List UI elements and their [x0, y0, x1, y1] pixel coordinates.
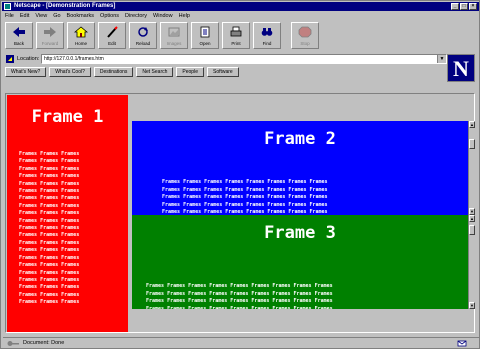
directory-buttons: What's New? What's Cool? Destinations Ne…	[5, 67, 239, 77]
print-label: Print	[231, 41, 241, 46]
open-icon	[198, 26, 212, 38]
menu-help[interactable]: Help	[179, 12, 190, 20]
frame-1-body: Frames Frames Frames Frames Frames Frame…	[19, 151, 80, 306]
edit-pencil-icon	[105, 26, 119, 38]
images-label: Images	[166, 41, 182, 46]
menu-bar: File Edit View Go Bookmarks Options Dire…	[5, 12, 190, 20]
bookmark-link-icon[interactable]	[5, 54, 15, 64]
net-search-button[interactable]: Net Search	[136, 67, 174, 77]
forward-arrow-icon	[43, 26, 57, 38]
netscape-app-icon	[4, 3, 11, 10]
status-text: Document: Done	[23, 340, 65, 346]
home-icon	[74, 26, 88, 38]
edit-button[interactable]: Edit	[98, 22, 126, 49]
scroll-down-arrow-icon[interactable]: ▼	[469, 302, 475, 309]
whats-cool-button[interactable]: What's Cool?	[49, 67, 91, 77]
stop-icon	[298, 26, 312, 38]
netscape-logo[interactable]: N	[447, 54, 475, 82]
back-arrow-icon	[12, 26, 26, 38]
mail-icon[interactable]	[457, 340, 471, 347]
menu-go[interactable]: Go	[53, 12, 60, 20]
title-bar: Netscape - [Demonstration Frames] _ □ ×	[2, 2, 479, 11]
software-button[interactable]: Software	[206, 67, 239, 77]
forward-button[interactable]: Forward	[36, 22, 64, 49]
status-bar: Document: Done	[3, 337, 479, 348]
open-label: Open	[199, 41, 211, 46]
back-label: Back	[13, 41, 24, 46]
home-label: Home	[74, 41, 87, 46]
stop-button[interactable]: Stop	[291, 22, 319, 49]
back-button[interactable]: Back	[5, 22, 33, 49]
close-button[interactable]: ×	[469, 3, 477, 10]
menu-options[interactable]: Options	[100, 12, 119, 20]
print-button[interactable]: Print	[222, 22, 250, 49]
scroll-up-arrow-icon[interactable]: ▲	[469, 121, 475, 128]
menu-edit[interactable]: Edit	[20, 12, 29, 20]
frame-2: Frame 2 Frames Frames Frames Frames Fram…	[132, 121, 468, 215]
menu-bookmarks[interactable]: Bookmarks	[67, 12, 95, 20]
location-dropdown-arrow-icon[interactable]: ▼	[437, 55, 446, 63]
window-title: Netscape - [Demonstration Frames]	[14, 3, 116, 9]
frame-2-title: Frame 2	[264, 129, 336, 149]
frame-3-title: Frame 3	[264, 223, 336, 243]
print-icon	[229, 26, 243, 38]
frame-3-body: Frames Frames Frames Frames Frames Frame…	[146, 283, 333, 309]
frame-3: Frame 3 Frames Frames Frames Frames Fram…	[132, 215, 468, 309]
find-label: Find	[262, 41, 272, 46]
find-binoculars-icon	[260, 26, 274, 38]
menu-file[interactable]: File	[5, 12, 14, 20]
frame-1-title: Frame 1	[31, 107, 104, 127]
scroll-down-arrow-icon[interactable]: ▼	[469, 208, 475, 215]
menu-directory[interactable]: Directory	[125, 12, 147, 20]
scroll-thumb[interactable]	[469, 139, 475, 149]
menu-view[interactable]: View	[35, 12, 47, 20]
browser-window: Netscape - [Demonstration Frames] _ □ × …	[0, 0, 480, 349]
menu-window[interactable]: Window	[153, 12, 173, 20]
home-button[interactable]: Home	[67, 22, 95, 49]
scroll-up-arrow-icon[interactable]: ▲	[469, 215, 475, 222]
frame-3-scrollbar[interactable]: ▲ ▼	[468, 215, 475, 309]
images-icon	[167, 26, 181, 38]
location-label: Location:	[17, 56, 40, 62]
whats-new-button[interactable]: What's New?	[5, 67, 47, 77]
scroll-thumb[interactable]	[469, 225, 475, 235]
reload-button[interactable]: Reload	[129, 22, 157, 49]
stop-label: Stop	[300, 41, 310, 46]
location-url: http://127.0.0.1/frames.htm	[44, 56, 104, 62]
reload-label: Reload	[135, 41, 151, 46]
frame-2-scrollbar[interactable]: ▲ ▼	[468, 121, 475, 215]
destinations-button[interactable]: Destinations	[93, 67, 134, 77]
images-button[interactable]: Images	[160, 22, 188, 49]
navigation-toolbar: Back Forward Home Edit Reload Images Ope…	[5, 22, 319, 50]
minimize-button[interactable]: _	[451, 3, 459, 10]
location-bar: Location: http://127.0.0.1/frames.htm ▼	[5, 54, 447, 64]
people-button[interactable]: People	[176, 67, 204, 77]
security-key-icon	[7, 340, 19, 347]
open-button[interactable]: Open	[191, 22, 219, 49]
forward-label: Forward	[41, 41, 59, 46]
location-input[interactable]: http://127.0.0.1/frames.htm ▼	[41, 54, 447, 64]
frame-1: Frame 1 Frames Frames Frames Frames Fram…	[7, 95, 128, 332]
maximize-button[interactable]: □	[460, 3, 468, 10]
edit-label: Edit	[108, 41, 116, 46]
frame-2-body: Frames Frames Frames Frames Frames Frame…	[162, 179, 328, 215]
find-button[interactable]: Find	[253, 22, 281, 49]
reload-icon	[136, 26, 150, 38]
